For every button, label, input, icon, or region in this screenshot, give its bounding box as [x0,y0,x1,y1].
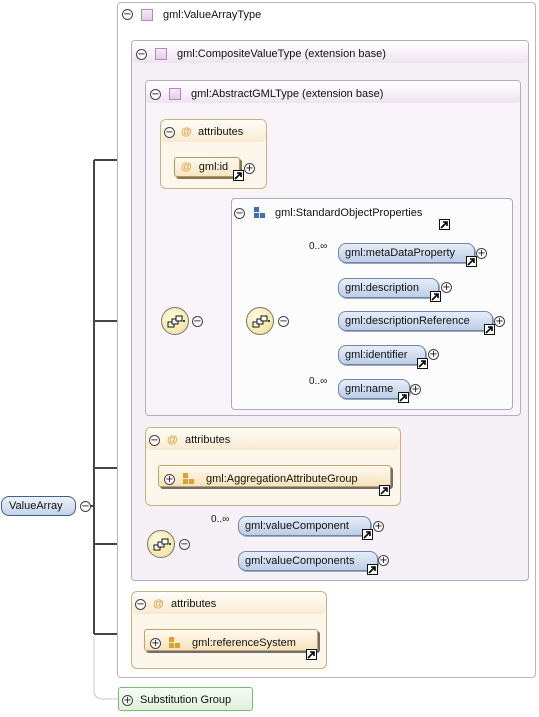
cardinality: 0..∞ [211,514,230,525]
expand-icon[interactable]: + [378,555,389,566]
element-valuecomponent[interactable]: gml:valueComponent [238,516,371,536]
expand-icon[interactable]: + [441,282,452,293]
expand-icon[interactable]: + [476,248,487,259]
element-descriptionreference[interactable]: gml:descriptionReference [338,311,493,331]
link-arrow-icon[interactable] [398,392,409,403]
attributes-label: attributes [185,434,231,446]
cardinality: 0..∞ [309,376,328,387]
abstract-gml-type-title: gml:AbstractGMLType (extension base) [191,88,384,100]
expand-icon[interactable]: + [494,316,505,327]
element-valuecomponents[interactable]: gml:valueComponents [238,551,378,571]
expand-icon[interactable]: + [164,474,175,485]
link-arrow-icon[interactable] [430,291,441,302]
link-arrow-icon[interactable] [233,170,244,181]
collapse-icon[interactable]: − [164,127,175,138]
cardinality: 0..∞ [309,241,328,252]
element-label: gml:metaDataProperty [345,247,456,259]
expand-icon[interactable]: + [150,638,161,649]
expand-icon[interactable]: + [244,163,255,174]
attribute-at-icon: @ [153,598,164,610]
element-label: gml:identifier [345,349,408,361]
standard-object-properties-title: gml:StandardObjectProperties [275,207,423,219]
attribute-at-icon: @ [181,161,192,173]
gml-id-attribute[interactable]: @ gml:id [174,157,240,177]
attributes-label: attributes [198,126,244,138]
sequence-compositor-icon[interactable] [161,307,189,335]
gml-id-label: gml:id [198,161,229,173]
attribute-at-icon: @ [167,434,178,446]
reference-system-label: gml:referenceSystem [192,637,296,649]
link-arrow-icon[interactable] [417,358,428,369]
element-identifier[interactable]: gml:identifier [338,345,426,365]
complex-type-icon [169,88,181,100]
link-arrow-icon[interactable] [379,485,390,496]
complex-type-icon [155,48,167,60]
element-label: gml:valueComponent [245,520,349,532]
attribute-at-icon: @ [181,126,192,138]
aggregation-attribute-group-label: gml:AggregationAttributeGroup [206,473,358,485]
collapse-icon[interactable]: − [179,539,190,550]
element-group-icon [254,207,266,219]
collapse-icon[interactable]: − [150,89,161,100]
expand-icon[interactable]: + [122,695,133,706]
link-arrow-icon[interactable] [484,324,495,335]
expand-icon[interactable]: + [410,384,421,395]
collapse-icon[interactable]: − [149,435,160,446]
collapse-icon[interactable]: − [122,9,133,20]
substitution-group-label: Substitution Group [140,694,232,706]
sequence-compositor-icon[interactable] [147,530,175,558]
element-label: gml:valueComponents [245,555,355,567]
collapse-icon[interactable]: − [136,49,147,60]
collapse-icon[interactable]: − [192,316,203,327]
collapse-icon[interactable]: − [80,501,91,512]
root-element-valuearray[interactable]: ValueArray [1,496,76,516]
link-arrow-icon[interactable] [362,529,373,540]
link-arrow-icon[interactable] [306,649,317,660]
expand-icon[interactable]: + [428,349,439,360]
attribute-group-icon [183,473,195,485]
element-metadataproperty[interactable]: gml:metaDataProperty [338,243,475,263]
attributes-label: attributes [171,598,217,610]
collapse-icon[interactable]: − [234,208,245,219]
element-description[interactable]: gml:description [338,278,439,298]
element-label: gml:name [345,383,394,395]
element-label: gml:description [345,282,419,294]
sequence-compositor-icon[interactable] [246,307,274,335]
element-label: gml:descriptionReference [345,315,470,327]
collapse-icon[interactable]: − [135,599,146,610]
root-element-label: ValueArray [9,500,63,512]
value-array-type-title: gml:ValueArrayType [163,9,262,21]
collapse-icon[interactable]: − [278,316,289,327]
link-arrow-icon[interactable] [466,256,477,267]
composite-value-type-title: gml:CompositeValueType (extension base) [177,48,386,60]
link-arrow-icon[interactable] [367,564,378,575]
complex-type-icon [141,9,153,21]
expand-icon[interactable]: + [373,521,384,532]
link-arrow-icon[interactable] [439,219,450,230]
attribute-group-icon [169,637,181,649]
